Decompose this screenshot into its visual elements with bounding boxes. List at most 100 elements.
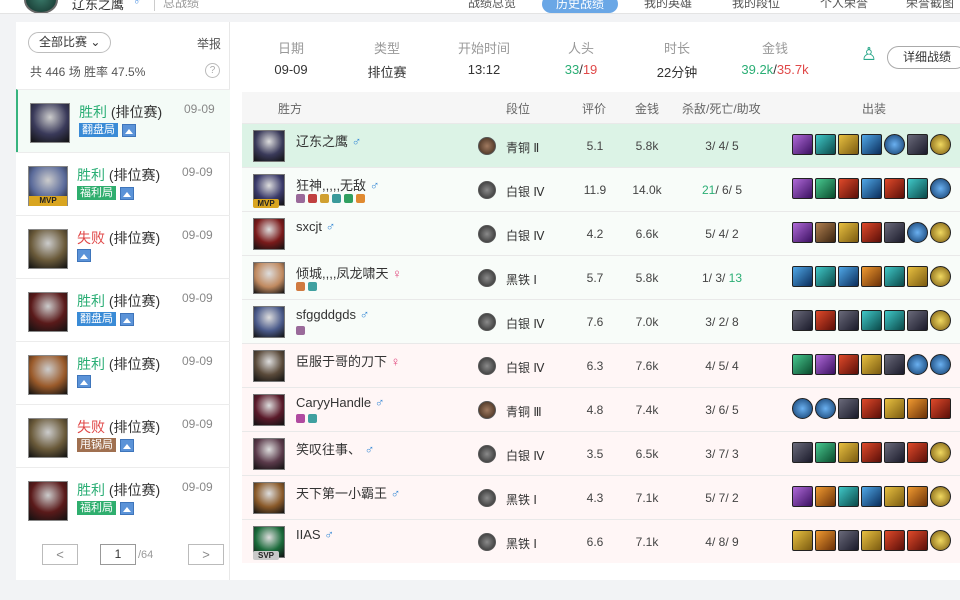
match-list-item[interactable]: 胜利 (排位赛) 09-09 [16,341,230,404]
table-row[interactable]: CaryyHandle ♂ 青铜 Ⅲ 4.8 7.4k 3/ 6/ 5 [242,387,960,431]
tab-history[interactable]: 历史战绩 [542,0,619,13]
item-icon[interactable] [792,398,813,419]
item-icon[interactable] [815,266,836,287]
hero-avatar[interactable] [253,218,285,250]
item-icon[interactable] [861,178,882,199]
item-icon[interactable] [792,310,813,331]
picture-icon[interactable] [120,312,134,326]
next-page-button[interactable]: > [188,544,224,565]
item-icon[interactable] [815,134,836,155]
item-icon[interactable] [907,310,928,331]
item-icon[interactable] [884,486,905,507]
item-icon[interactable] [884,530,905,551]
item-icon[interactable] [907,398,928,419]
player-name[interactable]: 辽东之鹰 ♂ [296,131,361,150]
item-icon[interactable] [861,442,882,463]
player-name[interactable]: sfggddgds ♂ [296,307,369,322]
item-icon[interactable] [861,398,882,419]
help-icon[interactable]: ? [205,63,220,78]
item-icon[interactable] [930,442,951,463]
player-name[interactable]: 倾城,,,,凤龙啸天 ♀ [296,263,402,282]
item-icon[interactable] [792,530,813,551]
item-icon[interactable] [861,134,882,155]
item-icon[interactable] [861,354,882,375]
player-name[interactable]: CaryyHandle ♂ [296,395,385,410]
item-icon[interactable] [930,310,951,331]
match-filter-dropdown[interactable]: 全部比赛 ⌄ [28,32,112,53]
player-name[interactable]: IIAS ♂ [296,527,334,542]
item-icon[interactable] [838,310,859,331]
item-icon[interactable] [815,354,836,375]
item-icon[interactable] [815,486,836,507]
item-icon[interactable] [838,354,859,375]
item-icon[interactable] [907,486,928,507]
item-icon[interactable] [930,486,951,507]
page-input[interactable]: 1 [100,544,136,565]
item-icon[interactable] [930,178,951,199]
player-name[interactable]: sxcjt ♂ [296,219,335,234]
item-icon[interactable] [907,266,928,287]
item-icon[interactable] [907,222,928,243]
item-icon[interactable] [838,178,859,199]
table-row[interactable]: 倾城,,,,凤龙啸天 ♀ 黑铁 Ⅰ 5.7 5.8k 1/ 3/ 13 [242,255,960,299]
item-icon[interactable] [838,442,859,463]
table-row[interactable]: 笑叹往事、 ♂ 白银 Ⅳ 3.5 6.5k 3/ 7/ 3 [242,431,960,475]
item-icon[interactable] [815,398,836,419]
item-icon[interactable] [907,134,928,155]
item-icon[interactable] [792,486,813,507]
item-icon[interactable] [884,222,905,243]
item-icon[interactable] [838,134,859,155]
player-name[interactable]: 臣服于哥的刀下 ♀ [296,351,400,370]
tab-heroes[interactable]: 我的英雄 [644,0,692,11]
item-icon[interactable] [930,530,951,551]
item-icon[interactable] [861,222,882,243]
item-icon[interactable] [792,134,813,155]
trophy-icon[interactable]: ♙ [858,44,880,70]
player-name[interactable]: 天下第一小霸王 ♂ [296,483,400,502]
item-icon[interactable] [838,266,859,287]
item-icon[interactable] [861,266,882,287]
item-icon[interactable] [815,178,836,199]
match-list-item[interactable]: 失败 (排位赛) 09-09 甩锅局 [16,404,230,467]
picture-icon[interactable] [77,249,91,262]
item-icon[interactable] [930,398,951,419]
item-icon[interactable] [884,310,905,331]
table-row[interactable]: sxcjt ♂ 白银 Ⅳ 4.2 6.6k 5/ 4/ 2 [242,211,960,255]
match-list-item[interactable]: 胜利 (排位赛) 09-09 福利局 [16,467,230,530]
table-row[interactable]: MVP 狂神,,,,,无敌 ♂ 白银 Ⅳ 11.9 14.0k 21/ 6/ 5 [242,167,960,211]
item-icon[interactable] [792,222,813,243]
item-icon[interactable] [838,222,859,243]
item-icon[interactable] [884,134,905,155]
item-icon[interactable] [861,530,882,551]
picture-icon[interactable] [120,438,134,452]
hero-avatar[interactable] [253,130,285,162]
item-icon[interactable] [907,442,928,463]
tab-rank[interactable]: 我的段位 [732,0,780,11]
tab-screenshots[interactable]: 荣誉截图 [906,0,954,11]
player-avatar[interactable] [24,0,58,13]
picture-icon[interactable] [120,501,134,515]
table-row[interactable]: SVP IIAS ♂ 黑铁 Ⅰ 6.6 7.1k 4/ 8/ 9 [242,519,960,563]
hero-avatar[interactable] [253,306,285,338]
match-list-item[interactable]: 失败 (排位赛) 09-09 [16,215,230,278]
item-icon[interactable] [930,134,951,155]
item-icon[interactable] [907,178,928,199]
item-icon[interactable] [861,310,882,331]
prev-page-button[interactable]: < [42,544,78,565]
item-icon[interactable] [838,530,859,551]
item-icon[interactable] [907,530,928,551]
item-icon[interactable] [838,486,859,507]
hero-avatar[interactable] [253,350,285,382]
player-name[interactable]: 狂神,,,,,无敌 ♂ [296,175,379,194]
table-row[interactable]: 臣服于哥的刀下 ♀ 白银 Ⅳ 6.3 7.6k 4/ 5/ 4 [242,343,960,387]
table-row[interactable]: 天下第一小霸王 ♂ 黑铁 Ⅰ 4.3 7.1k 5/ 7/ 2 [242,475,960,519]
item-icon[interactable] [838,398,859,419]
item-icon[interactable] [884,398,905,419]
item-icon[interactable] [930,354,951,375]
item-icon[interactable] [930,222,951,243]
item-icon[interactable] [861,486,882,507]
report-link[interactable]: 举报 [197,35,221,52]
item-icon[interactable] [907,354,928,375]
player-name[interactable]: 笑叹往事、 ♂ [296,439,374,458]
table-row[interactable]: sfggddgds ♂ 白银 Ⅳ 7.6 7.0k 3/ 2/ 8 [242,299,960,343]
